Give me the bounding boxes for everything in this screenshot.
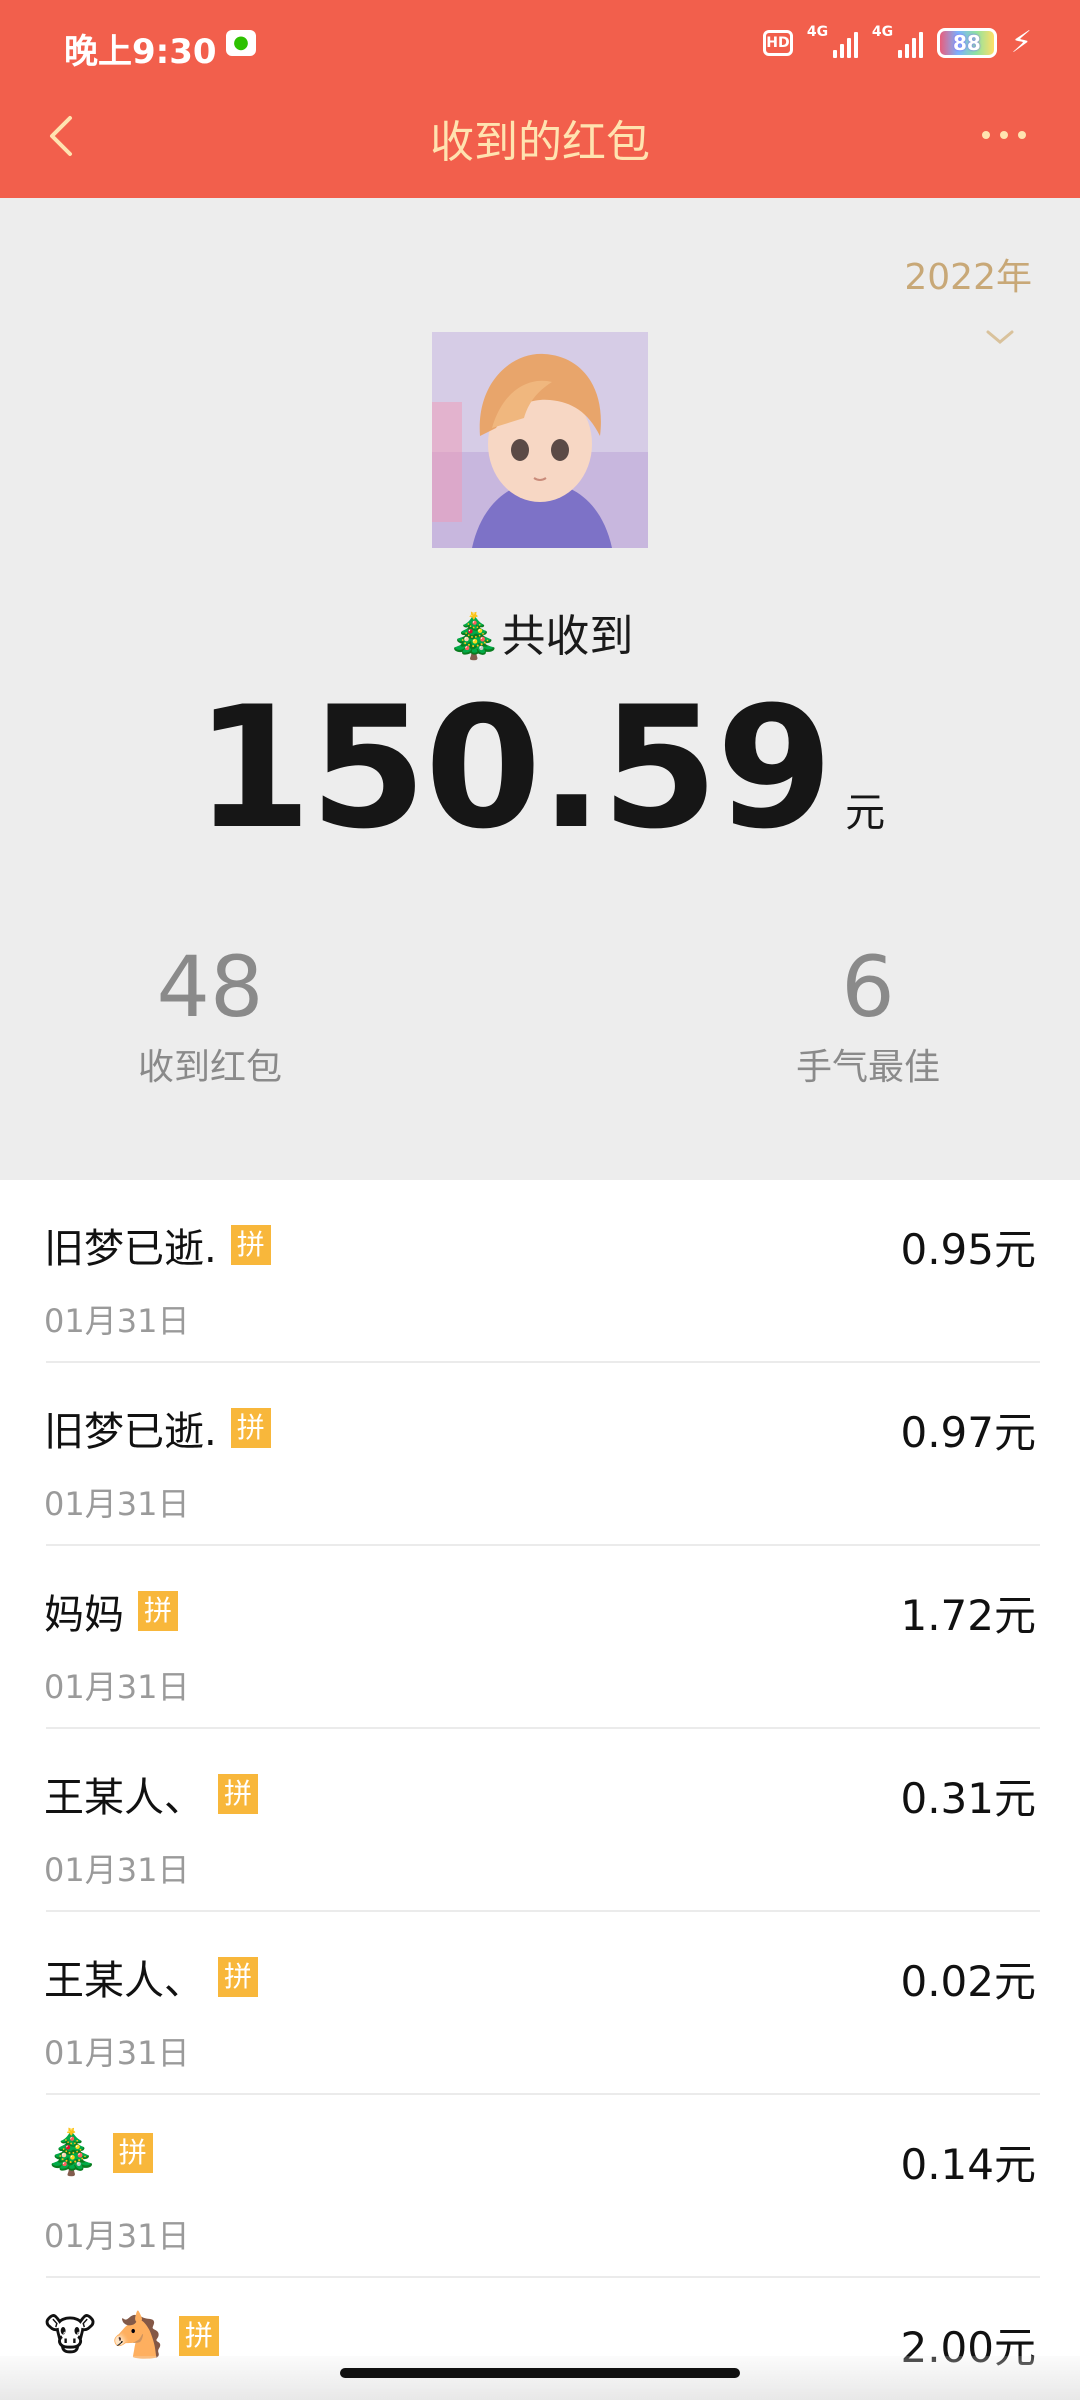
- sender-name: 王某人、: [44, 1775, 204, 1821]
- sender-name-wrap: 王某人、 拼: [44, 1765, 258, 1823]
- received-date: 01月31日: [44, 1851, 190, 1889]
- group-pin-badge: 拼: [218, 1774, 258, 1814]
- status-icons: HD 4G 4G 88 ⚡: [762, 24, 1032, 60]
- battery-icon: 88: [936, 28, 997, 58]
- year-selector[interactable]: 2022年: [904, 248, 1032, 300]
- charging-icon: ⚡: [1010, 25, 1032, 60]
- sender-name-wrap: 旧梦已逝. 拼: [44, 1216, 271, 1274]
- sender-name-wrap: 🎄 拼: [44, 2131, 153, 2175]
- red-packet-list: 旧梦已逝. 拼 01月31日 0.95元 旧梦已逝. 拼 01月31日 0.97…: [0, 1180, 1080, 2400]
- bottom-fade: [0, 2356, 1080, 2400]
- list-item[interactable]: 王某人、 拼 01月31日 0.02元: [0, 1912, 1080, 2095]
- group-pin-badge: 拼: [230, 1225, 271, 1265]
- status-time: 晚上9:30: [64, 32, 217, 72]
- received-label: 收到红包: [137, 1047, 282, 1088]
- received-amount: 1.72元: [900, 1591, 1036, 1640]
- avatar-image: [432, 332, 648, 548]
- sender-name-wrap: 🐮 🐴 拼: [44, 2314, 219, 2358]
- received-date: 01月31日: [44, 1485, 190, 1523]
- sender-name: 🎄: [44, 2127, 99, 2178]
- received-amount: 0.97元: [900, 1408, 1036, 1457]
- signal-icon-2: 4G: [872, 24, 923, 58]
- received-date: 01月31日: [44, 2034, 190, 2072]
- list-item[interactable]: 旧梦已逝. 拼 01月31日 0.95元: [0, 1180, 1080, 1363]
- total-label-text: 共收到: [501, 611, 634, 662]
- received-date: 01月31日: [44, 1668, 190, 1706]
- sender-name-wrap: 妈妈 拼: [44, 1582, 178, 1640]
- group-pin-badge: 拼: [138, 1591, 178, 1631]
- total-unit: 元: [845, 790, 886, 836]
- network-type-2: 4G: [871, 24, 894, 40]
- chevron-down-icon[interactable]: [982, 328, 1018, 348]
- group-pin-badge: 拼: [230, 1408, 271, 1448]
- received-date: 01月31日: [44, 1302, 190, 1340]
- received-amount: 0.95元: [900, 1225, 1036, 1274]
- sender-name: 妈妈: [44, 1592, 124, 1638]
- group-pin-badge: 拼: [218, 1957, 258, 1997]
- best-luck-label: 手气最佳: [795, 1047, 940, 1088]
- status-bar: 晚上9:30 ● HD 4G 4G 88 ⚡: [0, 0, 1080, 90]
- hd-icon: HD: [762, 30, 793, 56]
- more-dot-icon: [982, 131, 990, 139]
- received-amount: 0.14元: [900, 2140, 1036, 2189]
- list-item[interactable]: 妈妈 拼 01月31日 1.72元: [0, 1546, 1080, 1729]
- page-title: 收到的红包: [430, 117, 650, 168]
- sender-name-wrap: 旧梦已逝. 拼: [44, 1399, 271, 1457]
- more-dot-icon: [1018, 131, 1026, 139]
- more-dot-icon: [1000, 131, 1008, 139]
- christmas-tree-icon: 🎄: [446, 611, 502, 662]
- total-label: 🎄共收到: [0, 600, 1080, 664]
- list-item[interactable]: 🎄 拼 01月31日 0.14元: [0, 2095, 1080, 2278]
- header-bar: 晚上9:30 ● HD 4G 4G 88 ⚡ 收到的红包: [0, 0, 1080, 198]
- summary-panel: 2022年 🎄共收到 150.59 元 48 收到红包 6 手气最佳: [0, 198, 1080, 1180]
- list-item[interactable]: 旧梦已逝. 拼 01月31日 0.97元: [0, 1363, 1080, 1546]
- sender-name: 旧梦已逝.: [44, 1226, 217, 1272]
- sender-name: 🐮 🐴: [44, 2310, 165, 2361]
- list-item[interactable]: 王某人、 拼 01月31日 0.31元: [0, 1729, 1080, 1912]
- network-type-1: 4G: [806, 24, 829, 40]
- signal-icon-1: 4G: [807, 24, 858, 58]
- received-count: 48: [156, 938, 264, 1036]
- home-indicator[interactable]: [340, 2368, 740, 2378]
- total-amount: 150.59: [194, 670, 833, 866]
- best-luck-stat: 6 手气最佳: [718, 938, 1018, 1090]
- more-options-button[interactable]: [964, 110, 1044, 160]
- received-date: 01月31日: [44, 2217, 190, 2255]
- received-count-stat: 48 收到红包: [60, 938, 360, 1090]
- sender-name: 旧梦已逝.: [44, 1409, 217, 1455]
- received-amount: 0.31元: [900, 1774, 1036, 1823]
- sender-name-wrap: 王某人、 拼: [44, 1948, 258, 2006]
- avatar: [432, 332, 648, 548]
- total-amount-row: 150.59 元: [0, 670, 1080, 866]
- sender-name: 王某人、: [44, 1958, 204, 2004]
- wechat-notification-icon: ●: [226, 30, 256, 56]
- group-pin-badge: 拼: [178, 2316, 219, 2356]
- best-luck-count: 6: [841, 938, 895, 1036]
- battery-level: 88: [953, 31, 981, 55]
- received-amount: 0.02元: [900, 1957, 1036, 2006]
- group-pin-badge: 拼: [112, 2133, 153, 2173]
